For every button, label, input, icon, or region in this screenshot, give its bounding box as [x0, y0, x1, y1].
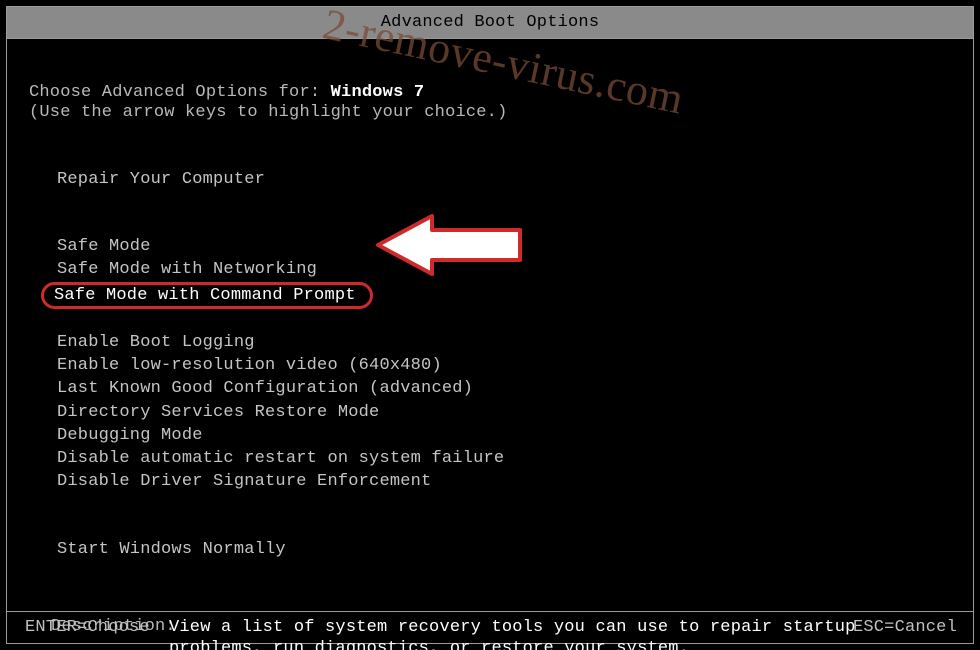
- menu-disable-auto-restart[interactable]: Disable automatic restart on system fail…: [47, 447, 514, 470]
- choose-prefix: Choose Advanced Options for:: [29, 83, 331, 102]
- os-name: Windows 7: [331, 83, 425, 102]
- menu-safe-mode[interactable]: Safe Mode: [47, 235, 161, 258]
- screen-frame: Advanced Boot Options Choose Advanced Op…: [6, 6, 974, 644]
- menu-repair-group: Repair Your Computer: [29, 168, 973, 191]
- title-bar: Advanced Boot Options: [7, 7, 973, 39]
- menu-last-known-good-config[interactable]: Last Known Good Configuration (advanced): [47, 377, 483, 400]
- menu-enable-boot-logging[interactable]: Enable Boot Logging: [47, 331, 265, 354]
- menu-enable-low-res-video[interactable]: Enable low-resolution video (640x480): [47, 354, 452, 377]
- menu-start-windows-normally[interactable]: Start Windows Normally: [47, 538, 296, 561]
- footer-bar: ENTER=Choose ESC=Cancel: [7, 611, 973, 643]
- menu-normal-group: Start Windows Normally: [29, 538, 973, 561]
- hint-line: (Use the arrow keys to highlight your ch…: [29, 103, 973, 123]
- menu-safe-mode-with-command-prompt[interactable]: Safe Mode with Command Prompt: [41, 282, 373, 309]
- menu-repair-your-computer[interactable]: Repair Your Computer: [47, 168, 275, 191]
- menu-safe-mode-group: Safe Mode Safe Mode with Networking Safe…: [29, 235, 973, 309]
- menu-safe-mode-with-networking[interactable]: Safe Mode with Networking: [47, 258, 327, 281]
- content-area: Choose Advanced Options for: Windows 7 (…: [7, 39, 973, 611]
- menu-disable-driver-sig-enforcement[interactable]: Disable Driver Signature Enforcement: [47, 470, 441, 493]
- title-text: Advanced Boot Options: [381, 13, 599, 32]
- menu-debugging-mode[interactable]: Debugging Mode: [47, 424, 213, 447]
- footer-esc: ESC=Cancel: [853, 618, 957, 637]
- footer-enter: ENTER=Choose: [25, 618, 150, 637]
- menu-directory-services-restore[interactable]: Directory Services Restore Mode: [47, 401, 389, 424]
- menu-advanced-group: Enable Boot Logging Enable low-resolutio…: [29, 331, 973, 494]
- choose-line: Choose Advanced Options for: Windows 7: [29, 83, 973, 103]
